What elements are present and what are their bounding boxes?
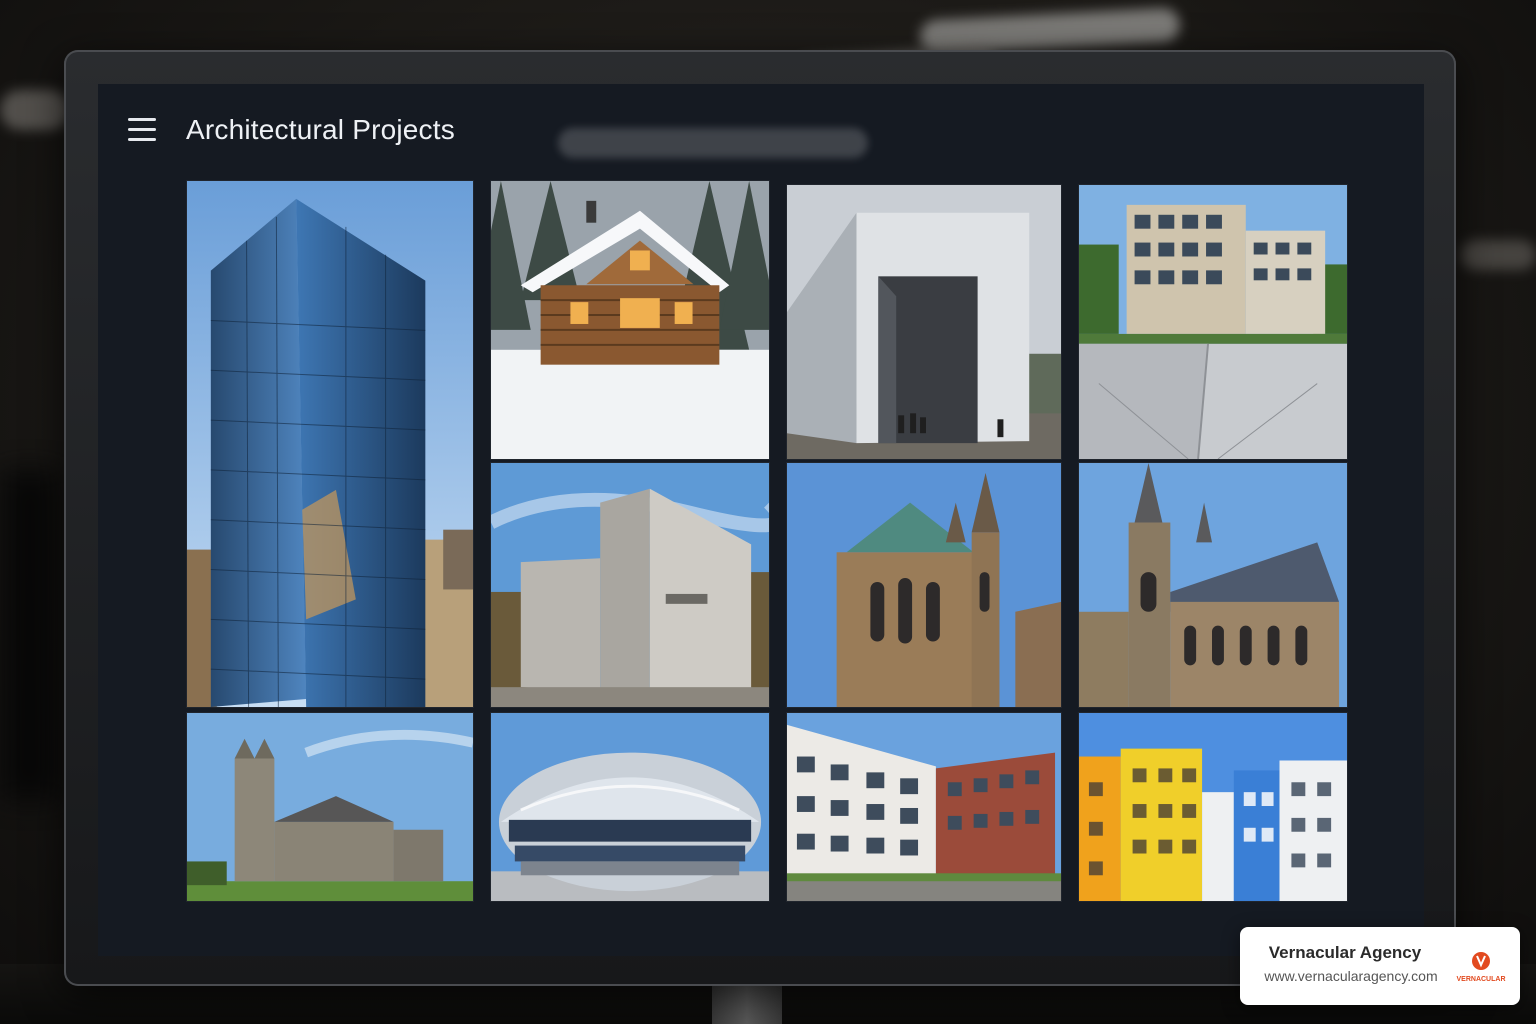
ceiling-light	[0, 90, 70, 130]
glass-skyscraper-image	[187, 181, 473, 707]
hamburger-menu-icon[interactable]	[128, 118, 162, 146]
gothic-cathedral-nave-image	[1079, 463, 1347, 707]
monitor-stand	[712, 980, 782, 1024]
project-tile-colorful-apartments[interactable]	[1078, 712, 1348, 902]
project-tile-glass-skyscraper[interactable]	[186, 180, 474, 708]
apartment-blocks-image	[1079, 185, 1347, 459]
project-tile-gothic-cathedral-nave[interactable]	[1078, 462, 1348, 708]
svg-text:VERNACULAR: VERNACULAR	[1457, 976, 1506, 983]
monitor: Architectural Projects	[64, 50, 1456, 986]
project-tile-apartment-blocks[interactable]	[1078, 184, 1348, 460]
watermark-url: www.vernacularagency.com	[1264, 968, 1438, 984]
brutalist-museum-image	[491, 463, 769, 707]
project-tile-brutalist-museum[interactable]	[490, 462, 770, 708]
concrete-portal-image	[787, 185, 1061, 459]
project-tile-gothic-cathedral-apse[interactable]	[786, 462, 1062, 708]
ceiling-light	[1460, 240, 1536, 270]
watermark-name: Vernacular Agency	[1268, 943, 1422, 962]
log-cabin-image	[491, 181, 769, 459]
stadium-dome-image	[491, 713, 769, 901]
residential-street-image	[787, 713, 1061, 901]
vernacular-logo-icon: VERNACULAR	[1457, 952, 1506, 983]
gothic-abbey-image	[187, 713, 473, 901]
app-bar: Architectural Projects	[98, 84, 1424, 174]
project-gallery	[186, 180, 1348, 902]
screen: Architectural Projects	[98, 84, 1424, 956]
page-title: Architectural Projects	[186, 114, 455, 145]
project-tile-log-cabin-snow[interactable]	[490, 180, 770, 460]
project-tile-residential-street[interactable]	[786, 712, 1062, 902]
colorful-apartments-image	[1079, 713, 1347, 901]
project-tile-gothic-abbey-lawn[interactable]	[186, 712, 474, 902]
project-tile-concrete-portal[interactable]	[786, 184, 1062, 460]
gothic-cathedral-apse-image	[787, 463, 1061, 707]
background-figure	[0, 470, 60, 800]
watermark-badge: Vernacular Agency www.vernacularagency.c…	[1240, 927, 1520, 1005]
project-tile-stadium-dome[interactable]	[490, 712, 770, 902]
